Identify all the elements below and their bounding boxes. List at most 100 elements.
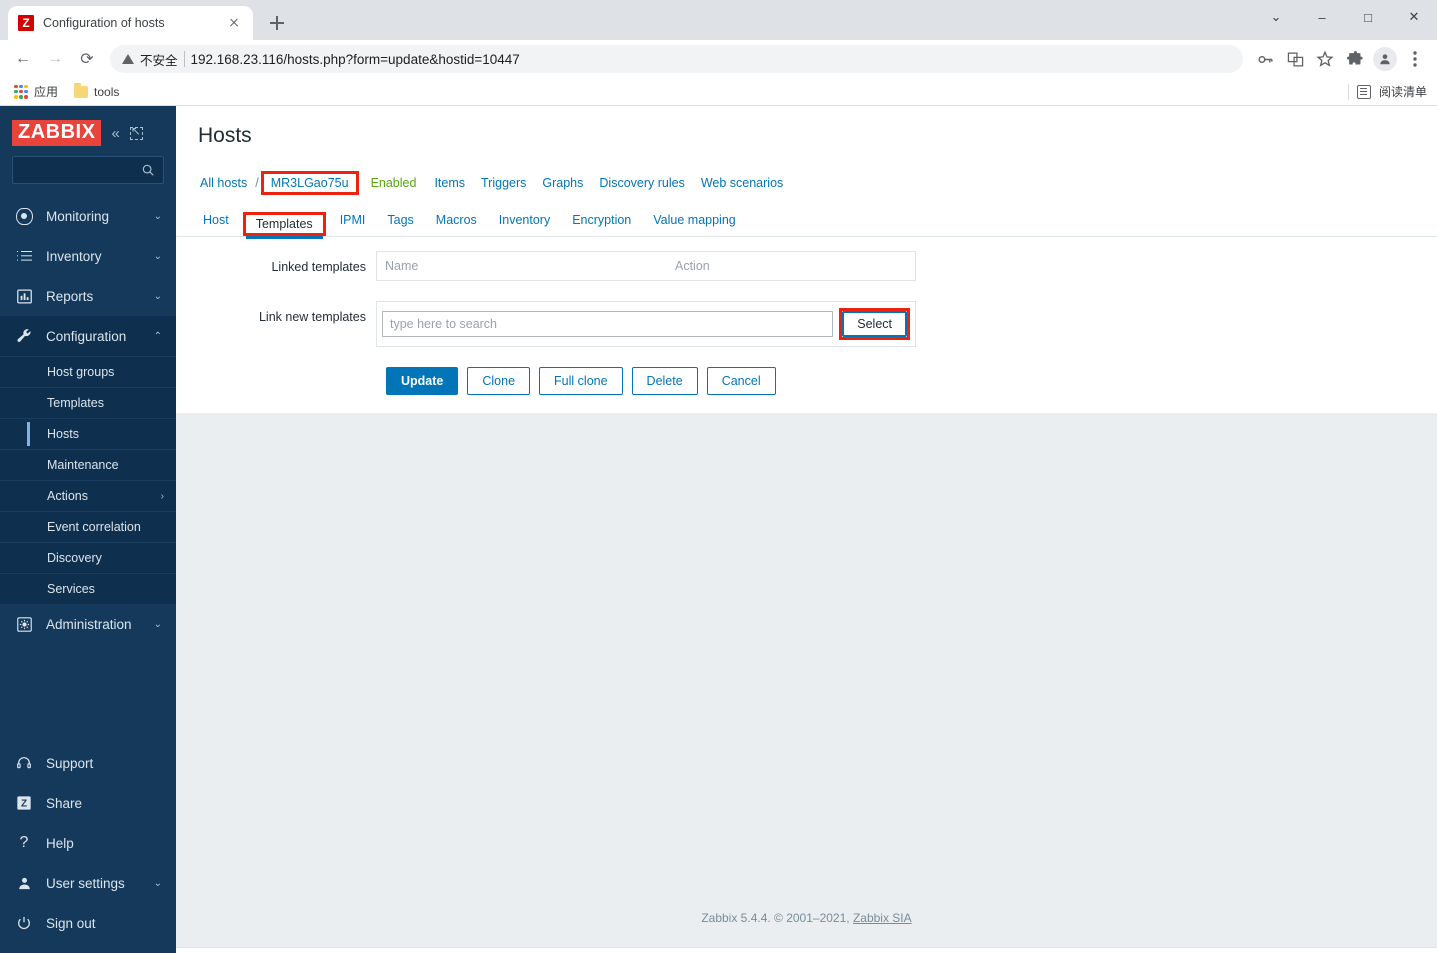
breadcrumb-link-triggers[interactable]: Triggers xyxy=(473,176,534,190)
sidebar-item-reports[interactable]: Reports ⌄ xyxy=(0,276,176,316)
new-tab-button[interactable] xyxy=(263,9,291,37)
sidebar-item-event-correlation[interactable]: Event correlation xyxy=(0,511,176,542)
content-area: All hosts / MR3LGao75u Enabled Items Tri… xyxy=(176,160,1437,947)
sidebar-item-hosts[interactable]: Hosts xyxy=(0,418,176,449)
sidebar-item-maintenance[interactable]: Maintenance xyxy=(0,449,176,480)
zabbix-logo[interactable]: ZABBIX xyxy=(12,120,102,146)
sidebar-item-discovery[interactable]: Discovery xyxy=(0,542,176,573)
expand-view-icon[interactable] xyxy=(129,124,143,140)
breadcrumb: All hosts / MR3LGao75u Enabled Items Tri… xyxy=(176,160,1437,205)
extensions-icon[interactable] xyxy=(1341,45,1369,73)
sidebar-item-label: Maintenance xyxy=(47,458,119,472)
tab-value-mapping[interactable]: Value mapping xyxy=(642,205,746,236)
main-content: Hosts All hosts / MR3LGao75u Enabled Ite… xyxy=(176,106,1437,953)
tab-tags[interactable]: Tags xyxy=(376,205,424,236)
sidebar-item-share[interactable]: Z Share xyxy=(0,783,176,823)
chevron-down-icon: ⌄ xyxy=(153,877,162,889)
breadcrumb-link-graphs[interactable]: Graphs xyxy=(534,176,591,190)
not-secure-icon xyxy=(122,54,134,64)
sidebar-item-label: Discovery xyxy=(47,551,102,565)
reading-list-label[interactable]: 阅读清单 xyxy=(1379,83,1427,100)
close-icon[interactable] xyxy=(225,14,243,32)
sidebar-item-label: Share xyxy=(46,795,83,811)
linked-templates-row: Linked templates Name Action xyxy=(176,237,1437,281)
linked-templates-table: Name Action xyxy=(376,251,916,281)
sidebar-item-help[interactable]: ? Help xyxy=(0,823,176,863)
headset-icon xyxy=(14,755,34,771)
address-bar[interactable]: 不安全 192.168.23.116/hosts.php?form=update… xyxy=(110,45,1243,73)
sidebar-item-label: Support xyxy=(46,755,94,771)
update-button[interactable]: Update xyxy=(386,367,459,395)
tab-host[interactable]: Host xyxy=(192,205,240,236)
sidebar-item-monitoring[interactable]: Monitoring ⌄ xyxy=(0,196,176,236)
star-icon[interactable] xyxy=(1311,45,1339,73)
bookmark-apps[interactable]: 应用 xyxy=(10,80,66,103)
window-close-icon[interactable]: ✕ xyxy=(1391,0,1437,34)
translate-icon[interactable] xyxy=(1281,45,1309,73)
full-clone-button[interactable]: Full clone xyxy=(539,367,623,395)
sidebar-item-templates[interactable]: Templates xyxy=(0,387,176,418)
select-button[interactable]: Select xyxy=(842,311,907,337)
template-search-input[interactable]: type here to search xyxy=(382,311,834,337)
sidebar-item-label: User settings xyxy=(46,875,125,891)
reading-list-area: 阅读清单 xyxy=(1347,83,1427,100)
tab-encryption[interactable]: Encryption xyxy=(561,205,642,236)
sidebar-bottom-menu: Support Z Share ? Help User settings ⌄ S… xyxy=(0,743,176,953)
page-footer: Zabbix 5.4.4. © 2001–2021, Zabbix SIA xyxy=(176,899,1437,941)
minimize-icon[interactable]: – xyxy=(1299,0,1345,34)
column-header-name: Name xyxy=(385,259,419,273)
tab-ipmi[interactable]: IPMI xyxy=(329,205,377,236)
tab-templates[interactable]: Templates xyxy=(245,211,323,239)
sidebar-item-support[interactable]: Support xyxy=(0,743,176,783)
sidebar-search-input[interactable] xyxy=(12,156,164,184)
cancel-button[interactable]: Cancel xyxy=(706,367,776,395)
select-button-highlight: Select xyxy=(839,308,910,340)
back-icon[interactable]: ← xyxy=(8,44,38,74)
forward-icon[interactable]: → xyxy=(40,44,70,74)
breadcrumb-link-web-scenarios[interactable]: Web scenarios xyxy=(693,176,791,190)
bookmark-tools[interactable]: tools xyxy=(70,82,127,102)
breadcrumb-link-discovery-rules[interactable]: Discovery rules xyxy=(591,176,692,190)
sidebar-item-label: Services xyxy=(47,582,95,596)
sidebar-item-label: Help xyxy=(46,835,74,851)
chrome-menu-icon[interactable] xyxy=(1401,45,1429,73)
breadcrumb-link-items[interactable]: Items xyxy=(426,176,473,190)
sidebar-item-label: Monitoring xyxy=(46,208,110,224)
sidebar-item-services[interactable]: Services xyxy=(0,573,176,604)
svg-text:Z: Z xyxy=(21,799,27,810)
profile-icon[interactable] xyxy=(1371,45,1399,73)
collapse-icon[interactable]: « xyxy=(111,125,119,142)
sidebar-item-administration[interactable]: Administration ⌄ xyxy=(0,604,176,644)
linked-templates-label: Linked templates xyxy=(271,260,366,274)
host-form-card: All hosts / MR3LGao75u Enabled Items Tri… xyxy=(176,160,1437,413)
sidebar-item-inventory[interactable]: Inventory ⌄ xyxy=(0,236,176,276)
tab-inventory[interactable]: Inventory xyxy=(488,205,561,236)
tab-macros[interactable]: Macros xyxy=(425,205,488,236)
status-badge[interactable]: Enabled xyxy=(361,176,427,190)
breadcrumb-host-name[interactable]: MR3LGao75u xyxy=(260,171,359,195)
sidebar-item-configuration[interactable]: Configuration ⌃ xyxy=(0,316,176,356)
chevron-down-icon: ⌄ xyxy=(153,290,162,302)
clone-button[interactable]: Clone xyxy=(467,367,531,395)
chevron-up-icon: ⌃ xyxy=(153,330,162,342)
chevron-down-icon[interactable]: ⌄ xyxy=(1253,0,1299,34)
maximize-icon[interactable]: □ xyxy=(1345,0,1391,34)
breadcrumb-all-hosts[interactable]: All hosts xyxy=(192,176,255,190)
sidebar-item-host-groups[interactable]: Host groups xyxy=(0,356,176,387)
sidebar-item-label: Templates xyxy=(47,396,104,410)
chevron-down-icon: ⌄ xyxy=(153,210,162,222)
sidebar-item-sign-out[interactable]: Sign out xyxy=(0,903,176,943)
sidebar-item-user-settings[interactable]: User settings ⌄ xyxy=(0,863,176,903)
reading-list-icon[interactable] xyxy=(1356,84,1371,99)
key-icon[interactable] xyxy=(1251,45,1279,73)
footer-link-zabbix-sia[interactable]: Zabbix SIA xyxy=(853,911,912,925)
sidebar-item-actions[interactable]: Actions › xyxy=(0,480,176,511)
sidebar-item-label: Sign out xyxy=(46,915,96,931)
reload-icon[interactable]: ⟳ xyxy=(72,44,102,74)
wrench-icon xyxy=(14,327,34,345)
footer-bar xyxy=(176,947,1437,953)
delete-button[interactable]: Delete xyxy=(631,367,698,395)
browser-tab[interactable]: Z Configuration of hosts xyxy=(8,6,253,40)
divider xyxy=(183,51,185,67)
sidebar-item-label: Hosts xyxy=(47,427,79,441)
